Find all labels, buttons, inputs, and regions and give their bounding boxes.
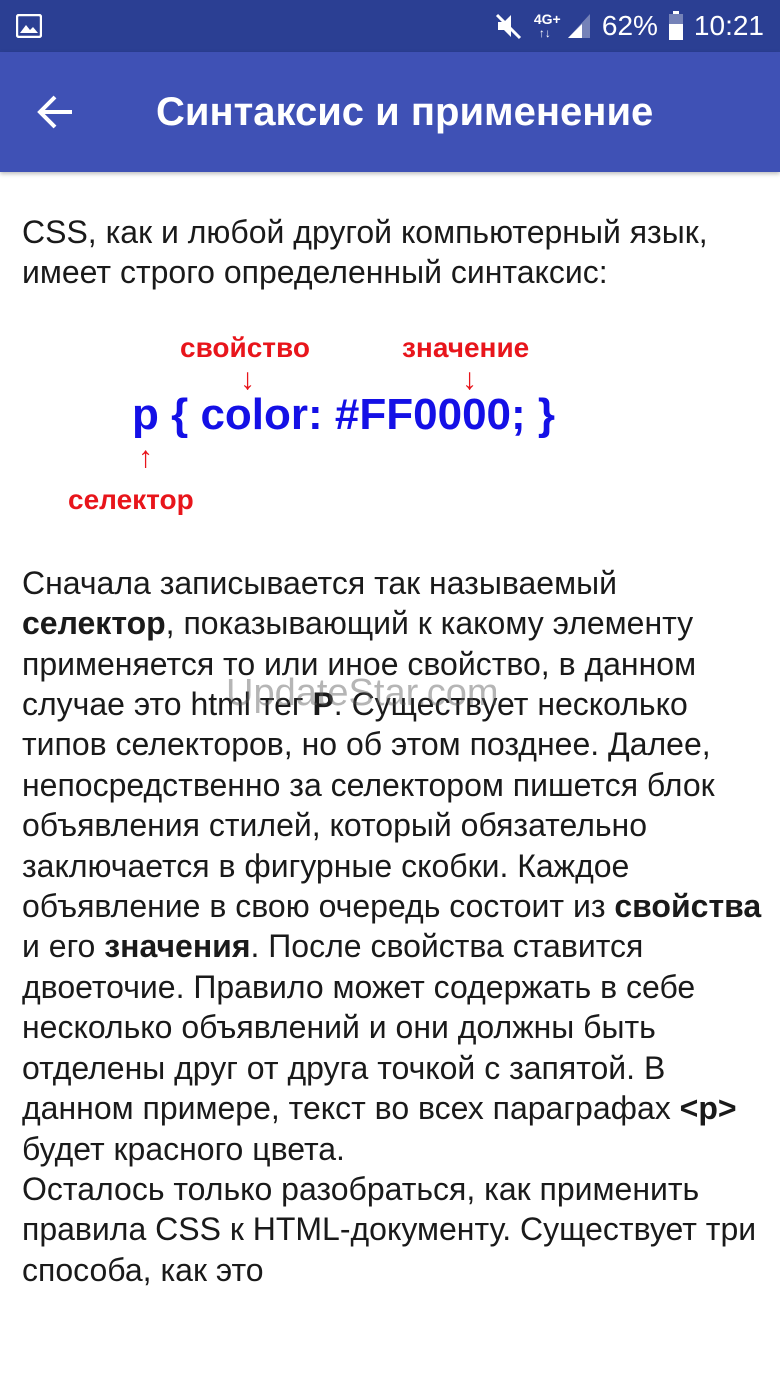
property-label: свойство — [180, 331, 310, 363]
syntax-diagram: свойство значение ↓ ↓ p { color: #FF0000… — [22, 293, 762, 563]
app-toolbar: Синтаксис и применение — [0, 52, 780, 172]
body-paragraph-2: Осталось только разобраться, как примени… — [22, 1170, 757, 1288]
volume-off-icon — [495, 13, 521, 40]
body-text: и его — [22, 928, 105, 965]
network-type: 4G+ ↑↓ — [533, 11, 561, 40]
body-text: Сначала записывается так называемый — [22, 564, 617, 601]
clock: 10:21 — [693, 10, 764, 41]
body-bold-term: селектор — [22, 605, 166, 642]
network-activity-arrows: ↑↓ — [538, 26, 551, 40]
selector-label: селектор — [68, 483, 194, 515]
image-icon — [16, 14, 42, 38]
signal-bars-icon — [567, 14, 590, 38]
body-bold-term: свойства — [614, 888, 762, 925]
selector-arrow: ↑ — [138, 440, 153, 474]
back-button[interactable] — [28, 84, 84, 140]
status-bar: 4G+ ↑↓ 62% 10:21 — [0, 0, 780, 52]
intro-paragraph: CSS, как и любой другой компьютерный язы… — [22, 214, 708, 291]
battery-icon — [668, 11, 683, 40]
battery-percent: 62% — [601, 10, 658, 41]
body-bold-term: значения — [104, 928, 251, 965]
network-type-label: 4G+ — [533, 11, 561, 27]
value-label: значение — [402, 331, 530, 363]
body-text: будет красного цвета. — [22, 1130, 345, 1167]
article-content: CSS, как и любой другой компьютерный язы… — [22, 212, 762, 1290]
arrow-back-icon — [37, 95, 72, 129]
page-title: Синтаксис и применение — [156, 90, 654, 134]
css-rule-example: p { color: #FF0000; } — [132, 389, 556, 439]
body-bold-term: P — [312, 686, 334, 723]
body-paragraph: Сначала записывается так называемый селе… — [22, 563, 762, 1169]
body-bold-term: <p> — [679, 1090, 737, 1127]
